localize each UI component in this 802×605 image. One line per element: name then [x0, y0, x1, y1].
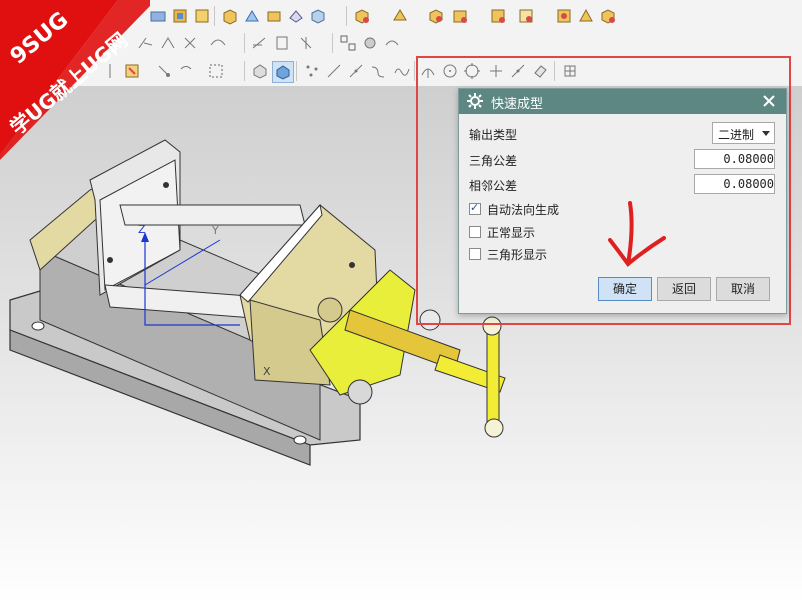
- adjacent-tolerance-label: 相邻公差: [469, 179, 518, 193]
- axis-x-label: X: [263, 365, 271, 378]
- triangle-tolerance-field[interactable]: 0.08000: [694, 149, 775, 169]
- output-type-label: 输出类型: [469, 128, 518, 142]
- box-select-icon[interactable]: [206, 61, 226, 81]
- dialog-titlebar[interactable]: 快速成型: [459, 89, 786, 114]
- wave-icon[interactable]: [392, 61, 412, 81]
- blend-icon[interactable]: [426, 6, 446, 26]
- spline-icon[interactable]: [250, 33, 270, 53]
- line-tool-icon[interactable]: [324, 61, 344, 81]
- circle-center-icon[interactable]: [462, 61, 482, 81]
- curve-tool-icon[interactable]: [368, 61, 388, 81]
- watermark-logo: 9SUG 学UG就上UG网: [0, 0, 160, 160]
- eraser-icon[interactable]: [530, 61, 550, 81]
- offset-icon[interactable]: [390, 6, 410, 26]
- split-icon[interactable]: [516, 6, 536, 26]
- ok-button[interactable]: 确定: [598, 277, 652, 301]
- cancel-button[interactable]: 取消: [716, 277, 770, 301]
- grid-icon[interactable]: [560, 61, 580, 81]
- mirror-icon[interactable]: [576, 6, 596, 26]
- rotate-icon[interactable]: [176, 61, 196, 81]
- join-icon[interactable]: [382, 33, 402, 53]
- intersect-icon[interactable]: [338, 33, 358, 53]
- extrude-icon[interactable]: [264, 6, 284, 26]
- normal-display-checkbox[interactable]: [469, 226, 481, 238]
- trim-icon[interactable]: [488, 6, 508, 26]
- axis-y-label: Y: [212, 224, 219, 237]
- revolve-icon[interactable]: [286, 6, 306, 26]
- circle-icon[interactable]: [440, 61, 460, 81]
- project-icon[interactable]: [296, 33, 316, 53]
- feature-icon[interactable]: [308, 6, 328, 26]
- gear-icon[interactable]: [467, 93, 483, 112]
- auto-normal-checkbox[interactable]: [469, 201, 481, 215]
- back-button[interactable]: 返回: [657, 277, 711, 301]
- auto-normal-label: 自动法向生成: [487, 203, 560, 217]
- offset-curve-icon[interactable]: [272, 33, 292, 53]
- triangle-display-checkbox[interactable]: [469, 248, 481, 260]
- normal-display-label: 正常显示: [487, 226, 536, 240]
- dialog-title: 快速成型: [491, 97, 544, 112]
- plus-icon[interactable]: [486, 61, 506, 81]
- arc-icon[interactable]: [208, 33, 228, 53]
- point-scatter-icon[interactable]: [302, 61, 322, 81]
- triangle-tolerance-label: 三角公差: [469, 154, 518, 168]
- close-icon[interactable]: [760, 92, 778, 110]
- chevron-down-icon: [762, 131, 770, 136]
- shell-icon[interactable]: [352, 6, 372, 26]
- box-icon[interactable]: [170, 6, 190, 26]
- output-type-value: 二进制: [718, 128, 755, 142]
- face-icon[interactable]: [192, 6, 212, 26]
- view-solid-icon[interactable]: [272, 61, 294, 83]
- curve-icon[interactable]: [158, 33, 178, 53]
- slash-icon[interactable]: [508, 61, 528, 81]
- view-shaded-icon[interactable]: [250, 61, 270, 81]
- arc-tool-icon[interactable]: [418, 61, 438, 81]
- sweep-icon[interactable]: [242, 6, 262, 26]
- output-type-select[interactable]: 二进制: [712, 122, 775, 144]
- axis-z-label: Z: [138, 223, 146, 236]
- measure-icon[interactable]: [598, 6, 618, 26]
- adjacent-tolerance-field[interactable]: 0.08000: [694, 174, 775, 194]
- chamfer-icon[interactable]: [450, 6, 470, 26]
- annotation-arrow-icon: [608, 201, 666, 267]
- pattern-icon[interactable]: [554, 6, 574, 26]
- bridge-icon[interactable]: [360, 33, 380, 53]
- triangle-display-label: 三角形显示: [487, 248, 548, 262]
- polyline-icon[interactable]: [346, 61, 366, 81]
- block-icon[interactable]: [220, 6, 240, 26]
- line-icon[interactable]: [180, 33, 200, 53]
